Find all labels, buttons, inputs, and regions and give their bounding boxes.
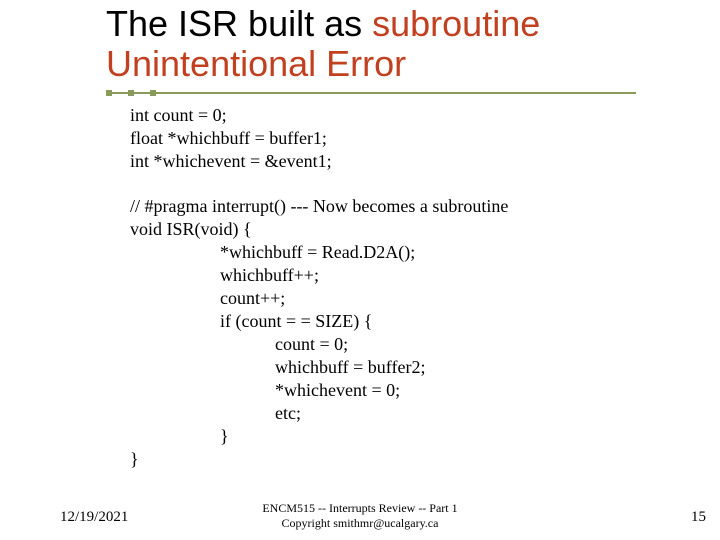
code-line: whichbuff++; xyxy=(130,264,690,287)
code-line: void ISR(void) { xyxy=(130,218,690,241)
code-line: int count = 0; xyxy=(130,104,690,127)
title-heading: The ISR built as subroutine Unintentiona… xyxy=(106,4,686,83)
footer-line1: ENCM515 -- Interrupts Review -- Part 1 xyxy=(0,501,720,515)
slide-number: 15 xyxy=(691,509,706,526)
code-line: *whichevent = 0; xyxy=(130,379,690,402)
code-line: int *whichevent = &event1; xyxy=(130,150,690,173)
code-line: count = 0; xyxy=(130,333,690,356)
code-block: int count = 0; float *whichbuff = buffer… xyxy=(130,104,690,471)
title-accent: subroutine xyxy=(372,3,540,44)
code-line: count++; xyxy=(130,287,690,310)
code-line: *whichbuff = Read.D2A(); xyxy=(130,241,690,264)
code-line: whichbuff = buffer2; xyxy=(130,356,690,379)
title-part1: The ISR built as xyxy=(106,3,372,44)
footer-center: ENCM515 -- Interrupts Review -- Part 1 C… xyxy=(0,501,720,530)
code-line: // #pragma interrupt() --- Now becomes a… xyxy=(130,195,690,218)
code-line: float *whichbuff = buffer1; xyxy=(130,127,690,150)
code-line: } xyxy=(130,425,690,448)
title-line2: Unintentional Error xyxy=(106,43,406,84)
footer-line2: Copyright smithmr@ucalgary.ca xyxy=(0,516,720,530)
code-line: } xyxy=(130,448,690,471)
code-line: if (count = = SIZE) { xyxy=(130,310,690,333)
code-line: etc; xyxy=(130,402,690,425)
slide-title: The ISR built as subroutine Unintentiona… xyxy=(106,4,686,83)
title-underline-decor xyxy=(106,92,636,98)
